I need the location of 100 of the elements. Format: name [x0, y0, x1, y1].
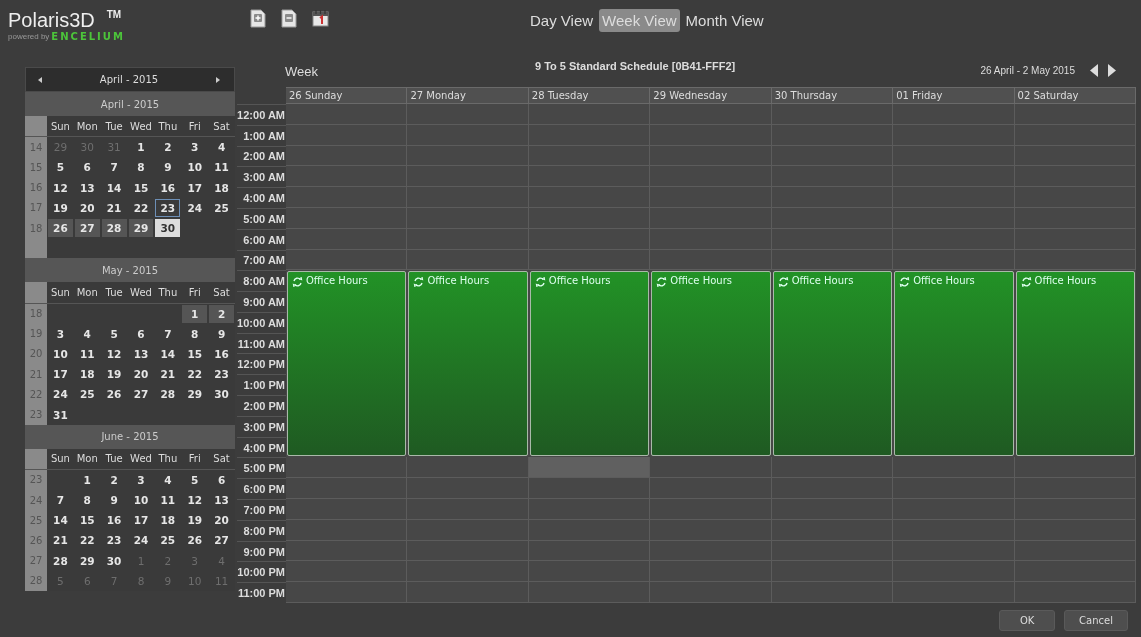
calendar-day[interactable]: 27 — [128, 385, 154, 404]
calendar-day[interactable]: 3 — [48, 324, 73, 343]
time-slot[interactable] — [286, 561, 408, 583]
calendar-day[interactable]: 25 — [209, 198, 234, 217]
calendar-day[interactable]: 11 — [74, 344, 100, 364]
calendar-day[interactable]: 31 — [48, 405, 73, 424]
time-slot[interactable] — [286, 499, 408, 520]
time-slot[interactable] — [1014, 187, 1136, 208]
event-block[interactable]: Office Hours — [529, 271, 650, 457]
time-slot[interactable] — [528, 478, 651, 500]
time-slot[interactable] — [1014, 145, 1136, 167]
time-slot[interactable] — [407, 249, 529, 271]
view-tab[interactable]: Month View — [685, 9, 764, 32]
time-slot[interactable] — [893, 582, 1015, 603]
calendar-day[interactable]: 13 — [74, 178, 100, 197]
time-slot[interactable] — [528, 104, 651, 125]
event-block[interactable]: Office Hours — [651, 271, 771, 457]
calendar-day[interactable]: 22 — [128, 198, 154, 217]
calendar-day[interactable]: 8 — [74, 491, 100, 510]
time-slot[interactable] — [286, 207, 408, 229]
previous-week-icon[interactable] — [1090, 64, 1098, 77]
time-slot[interactable] — [286, 478, 408, 500]
time-slot[interactable] — [1014, 104, 1136, 125]
calendar-day[interactable]: 5 — [101, 324, 127, 343]
calendar-day[interactable]: 11 — [155, 491, 181, 510]
time-slot[interactable] — [407, 104, 529, 125]
time-slot[interactable] — [771, 582, 894, 603]
remove-document-icon[interactable] — [281, 9, 297, 28]
calendar-day[interactable]: 14 — [155, 344, 181, 364]
calendar-day[interactable]: 17 — [48, 365, 73, 384]
time-slot[interactable] — [407, 457, 529, 479]
time-slot[interactable] — [286, 582, 408, 603]
calendar-day[interactable]: 15 — [128, 178, 154, 197]
time-slot[interactable] — [1014, 124, 1136, 146]
time-slot[interactable] — [1014, 499, 1136, 520]
calendar-day[interactable]: 21 — [101, 198, 127, 217]
time-slot[interactable] — [1014, 207, 1136, 229]
calendar-day[interactable]: 7 — [101, 158, 127, 177]
time-slot[interactable] — [1014, 582, 1136, 603]
calendar-day[interactable]: 27 — [209, 531, 234, 550]
time-slot[interactable] — [893, 249, 1015, 271]
view-tab[interactable]: Day View — [530, 9, 594, 32]
previous-month-icon[interactable] — [38, 76, 42, 83]
calendar-day[interactable]: 21 — [155, 365, 181, 384]
calendar-day[interactable]: 28 — [155, 385, 181, 404]
calendar-day[interactable]: 7 — [155, 324, 181, 343]
calendar-day[interactable]: 18 — [155, 511, 181, 530]
calendar-day[interactable]: 12 — [101, 344, 127, 364]
time-slot[interactable] — [286, 104, 408, 125]
event-block[interactable]: Office Hours — [408, 271, 528, 457]
calendar-day[interactable]: 15 — [182, 344, 208, 364]
time-slot[interactable] — [1014, 561, 1136, 583]
calendar-day[interactable]: 29 — [74, 551, 100, 570]
calendar-day[interactable]: 20 — [128, 365, 154, 384]
calendar-day[interactable]: 19 — [182, 511, 208, 530]
time-slot[interactable] — [1014, 249, 1136, 271]
calendar-day[interactable]: 9 — [101, 491, 127, 510]
calendar-day[interactable]: 13 — [209, 491, 234, 510]
event-block[interactable]: Office Hours — [772, 271, 893, 457]
calendar-day[interactable]: 12 — [48, 178, 73, 197]
calendar-day[interactable]: 16 — [155, 178, 181, 197]
time-slot[interactable] — [528, 582, 651, 603]
time-slot[interactable] — [286, 519, 408, 541]
calendar-day[interactable]: 27 — [74, 218, 100, 238]
calendar-day[interactable]: 23 — [101, 531, 127, 550]
calendar-day[interactable]: 24 — [182, 198, 208, 217]
calendar-day[interactable]: 1 — [74, 470, 100, 489]
calendar-day[interactable]: 20 — [74, 198, 100, 217]
calendar-day[interactable]: 14 — [48, 511, 73, 530]
calendar-day[interactable]: 30 — [155, 218, 181, 238]
calendar-day[interactable]: 10 — [128, 491, 154, 510]
calendar-day[interactable]: 28 — [48, 551, 73, 570]
calendar-day[interactable]: 24 — [48, 385, 73, 404]
calendar-day[interactable]: 3 — [128, 470, 154, 489]
calendar-day[interactable]: 21 — [48, 531, 73, 550]
event-block[interactable]: Office Hours — [287, 271, 407, 457]
calendar-day[interactable]: 8 — [128, 158, 154, 177]
calendar-day[interactable]: 9 — [155, 158, 181, 177]
calendar-day[interactable]: 16 — [101, 511, 127, 530]
calendar-day[interactable]: 10 — [182, 158, 208, 177]
dialog-button[interactable]: Cancel — [1064, 609, 1128, 631]
time-slot[interactable] — [528, 457, 651, 479]
calendar-day[interactable]: 26 — [48, 218, 73, 238]
calendar-day[interactable]: 18 — [74, 365, 100, 384]
dialog-button[interactable]: OK — [999, 609, 1056, 631]
time-slot[interactable] — [286, 166, 408, 188]
time-slot[interactable] — [650, 582, 772, 603]
calendar-day[interactable]: 15 — [74, 511, 100, 530]
time-slot[interactable] — [528, 249, 651, 271]
calendar-day[interactable]: 2 — [209, 304, 234, 323]
event-block[interactable]: Office Hours — [1015, 271, 1135, 457]
calendar-day[interactable]: 25 — [155, 531, 181, 550]
calendar-day[interactable]: 26 — [101, 385, 127, 404]
calendar-day[interactable]: 6 — [128, 324, 154, 343]
calendar-day[interactable]: 16 — [209, 344, 234, 364]
next-month-icon[interactable] — [216, 76, 220, 83]
time-slot[interactable] — [650, 457, 772, 479]
time-slot[interactable] — [771, 104, 894, 125]
time-slot[interactable] — [1014, 540, 1136, 562]
calendar-day[interactable]: 17 — [182, 178, 208, 197]
